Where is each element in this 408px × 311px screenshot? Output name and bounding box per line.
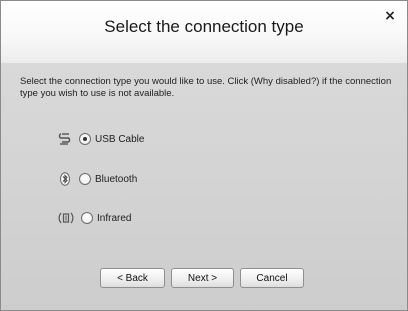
option-usb-cable[interactable]: USB Cable (58, 131, 144, 147)
usb-cable-label: USB Cable (95, 133, 145, 145)
infrared-label: Infrared (97, 212, 132, 224)
bluetooth-label: Bluetooth (95, 173, 138, 185)
next-button[interactable]: Next > (171, 268, 234, 288)
usb-cable-radio[interactable] (79, 133, 91, 145)
bluetooth-icon (58, 172, 72, 186)
infrared-radio[interactable] (81, 212, 93, 224)
cancel-button[interactable]: Cancel (240, 268, 304, 288)
instruction-text: Select the connection type you would lik… (20, 76, 392, 99)
connection-type-dialog: Select the connection type × Select the … (0, 0, 408, 311)
bluetooth-radio[interactable] (79, 173, 91, 185)
dialog-title: Select the connection type (104, 17, 304, 36)
back-button[interactable]: < Back (100, 268, 165, 288)
close-button[interactable]: × (383, 9, 397, 23)
infrared-icon (58, 211, 74, 225)
usb-icon (58, 132, 72, 146)
option-infrared[interactable]: Infrared (58, 210, 131, 226)
option-bluetooth[interactable]: Bluetooth (58, 171, 137, 187)
